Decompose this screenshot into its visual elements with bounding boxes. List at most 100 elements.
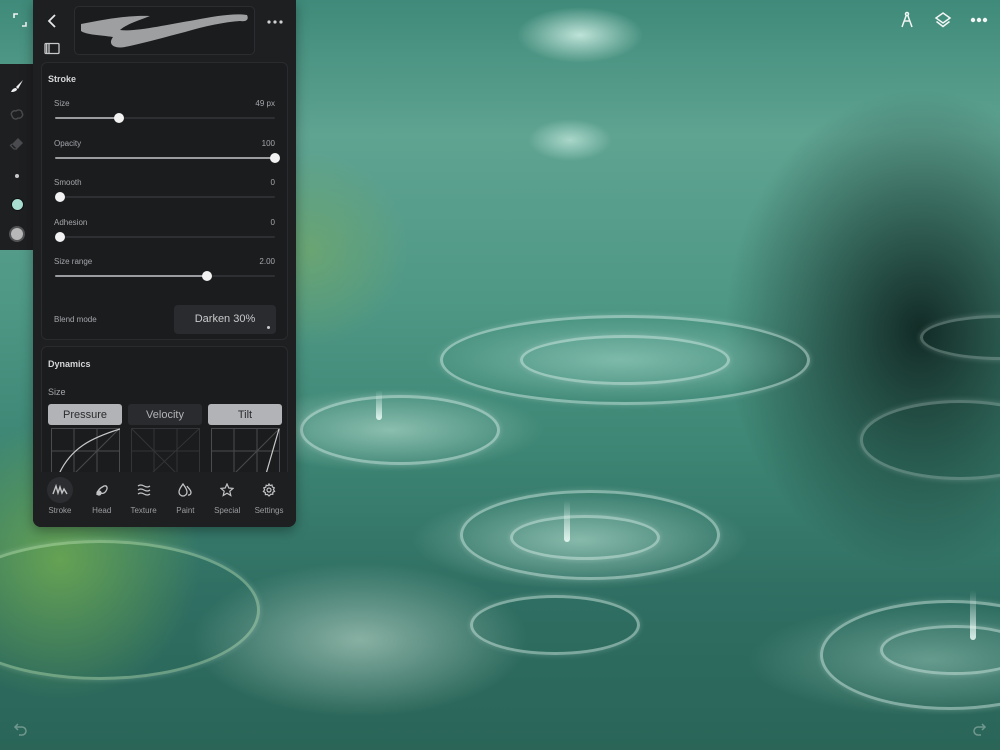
blend-mode-label: Blend mode	[54, 314, 97, 324]
slider-smooth: Smooth 0	[48, 178, 287, 218]
tilt-curve[interactable]	[211, 428, 280, 474]
tab-head[interactable]: Head	[83, 477, 121, 527]
blend-mode-value: Darken 30%	[194, 313, 256, 325]
stroke-section: Stroke Size 49 px Opacity 100 Smooth 0 Adhesio…	[41, 62, 288, 340]
section-title: Stroke	[48, 74, 77, 84]
gear-icon	[256, 477, 282, 503]
eraser-tool[interactable]	[0, 132, 34, 161]
dynamics-curves	[48, 428, 287, 474]
pressure-curve[interactable]	[51, 428, 120, 474]
slider-value: 2.00	[259, 257, 275, 266]
opacity-picker[interactable]	[0, 219, 34, 248]
fullscreen-icon[interactable]	[10, 10, 30, 30]
color-picker[interactable]	[0, 190, 34, 219]
slider-header: Adhesion 0	[54, 218, 275, 227]
slider-thumb[interactable]	[201, 271, 212, 281]
slider-value: 100	[261, 138, 275, 148]
tab-label: Head	[92, 506, 112, 515]
slider-thumb[interactable]	[113, 113, 124, 123]
dropdown-indicator-icon	[267, 325, 270, 329]
tab-stroke[interactable]: Stroke	[41, 477, 79, 527]
slider-value: 0	[270, 217, 275, 227]
slider-label: Size range	[54, 257, 93, 266]
brush-settings-panel: Stroke Size 49 px Opacity 100 Smooth 0 Adhesio…	[33, 0, 296, 527]
slider-size-range: Size range 2.00	[48, 257, 287, 297]
star-icon	[214, 477, 240, 503]
water-drop	[970, 590, 976, 640]
slider-thumb[interactable]	[55, 231, 65, 242]
slider-label: Smooth	[54, 178, 82, 187]
more-icon[interactable]	[968, 8, 990, 32]
brush-stroke-preview-image	[81, 14, 248, 48]
panel-more-button[interactable]	[266, 14, 284, 24]
redo-icon[interactable]	[970, 720, 988, 738]
brush-category-tabs: Stroke Head Texture Paint Special Settings	[33, 472, 296, 527]
color-swatch-icon	[10, 198, 24, 211]
dynamics-tab-velocity[interactable]: Velocity	[128, 404, 202, 425]
slider-fill	[55, 156, 275, 159]
dynamics-tab-pressure[interactable]: Pressure	[48, 404, 122, 425]
brush-size-tool[interactable]	[0, 161, 34, 190]
opacity-swatch-icon	[11, 227, 23, 240]
tab-label: Texture	[130, 506, 157, 515]
slider-track[interactable]	[55, 231, 275, 242]
tab-label: Special	[214, 506, 241, 515]
sidebar-icon	[44, 42, 60, 55]
slider-track[interactable]	[55, 152, 280, 163]
eraser-icon	[9, 136, 25, 157]
blend-mode-select[interactable]: Darken 30%	[174, 304, 276, 334]
brush-tool[interactable]	[0, 74, 34, 103]
ripple	[300, 395, 500, 465]
dynamics-subtitle: Size	[48, 387, 66, 397]
slider-label: Adhesion	[54, 217, 88, 227]
ripple	[860, 400, 1000, 480]
velocity-curve[interactable]	[131, 428, 200, 474]
slider-header: Size range 2.00	[54, 257, 275, 266]
size-dot-icon	[15, 173, 19, 178]
brush-icon	[9, 78, 25, 99]
slider-header: Opacity 100	[54, 139, 275, 148]
slider-opacity: Opacity 100	[48, 139, 287, 179]
slider-thumb[interactable]	[55, 192, 65, 202]
dynamics-tabs: Pressure Velocity Tilt	[48, 404, 287, 425]
slider-header: Size 49 px	[54, 99, 275, 108]
brush-stroke-preview[interactable]	[74, 6, 255, 55]
head-icon	[89, 477, 115, 503]
ripple	[510, 515, 660, 560]
slider-label: Opacity	[54, 138, 82, 148]
slider-label: Size	[54, 99, 70, 108]
section-title: Dynamics	[48, 359, 91, 369]
ruler-compass-icon[interactable]	[896, 8, 918, 32]
dynamics-tab-tilt[interactable]: Tilt	[208, 404, 282, 425]
slider-track[interactable]	[55, 192, 275, 202]
tab-label: Paint	[176, 506, 195, 515]
ripple	[520, 335, 730, 385]
undo-icon[interactable]	[12, 720, 30, 738]
slider-track[interactable]	[55, 271, 275, 281]
slider-adhesion: Adhesion 0	[48, 218, 287, 258]
smudge-tool[interactable]	[0, 103, 34, 132]
tab-settings[interactable]: Settings	[250, 477, 288, 527]
water-drop	[564, 500, 570, 542]
tab-special[interactable]: Special	[208, 477, 246, 527]
slider-value: 0	[270, 178, 275, 187]
water-drop	[376, 390, 382, 420]
slider-value: 49 px	[255, 99, 275, 108]
smudge-icon	[9, 107, 25, 128]
dynamics-section: Dynamics Size Pressure Velocity Tilt	[41, 346, 288, 474]
sidebar-toggle-button[interactable]	[44, 42, 60, 55]
slider-fill	[55, 275, 207, 277]
texture-icon	[131, 477, 157, 503]
slider-thumb[interactable]	[270, 152, 280, 163]
panel-header	[33, 0, 296, 62]
ripple	[0, 540, 260, 680]
stroke-icon	[46, 477, 73, 503]
tab-paint[interactable]: Paint	[166, 477, 204, 527]
paint-icon	[172, 477, 198, 503]
slider-fill	[55, 117, 119, 119]
back-button[interactable]	[45, 12, 61, 30]
ripple	[920, 315, 1000, 360]
tab-texture[interactable]: Texture	[125, 477, 163, 527]
slider-track[interactable]	[55, 113, 275, 123]
layers-icon[interactable]	[932, 8, 954, 32]
